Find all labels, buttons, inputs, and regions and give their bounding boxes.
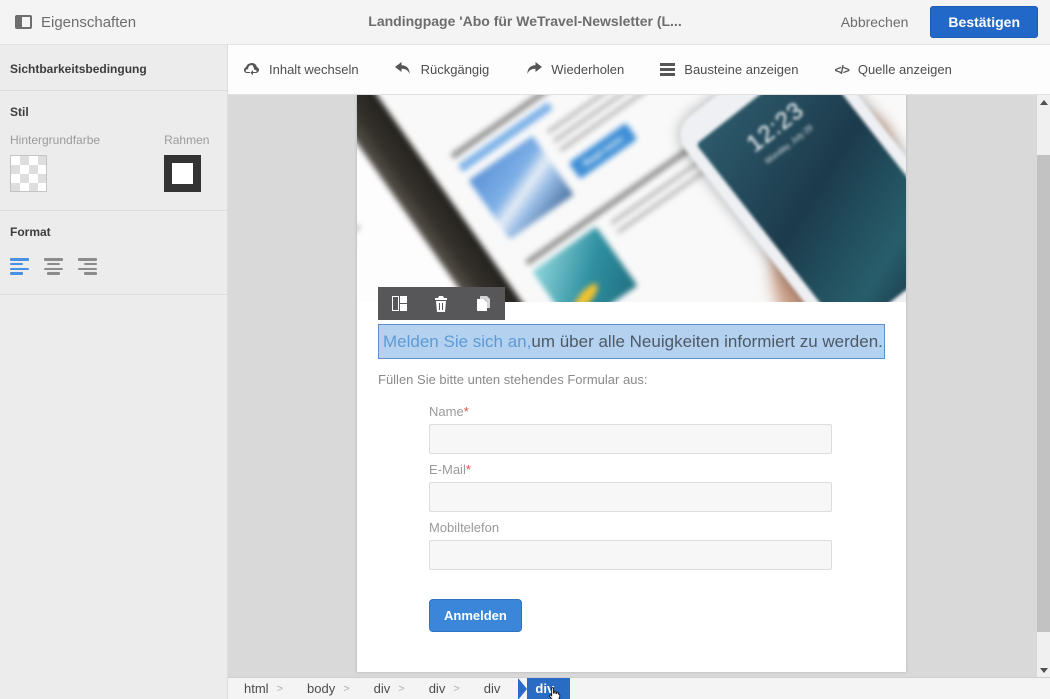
border-swatch[interactable] [164,155,202,192]
format-section: Format [0,211,227,295]
scrollbar-thumb[interactable] [1037,155,1050,632]
breadcrumb-item-html[interactable]: html > [228,678,291,699]
trash-icon[interactable] [433,295,450,312]
breadcrumb-separator: > [276,682,283,695]
redo-label: Wiederholen [551,62,625,77]
background-color-label: Hintergrundfarbe [10,133,101,147]
visibility-condition-section[interactable]: Sichtbarkeitsbedingung [0,45,227,91]
breadcrumb-separator: > [453,682,460,695]
swap-content-icon [244,62,259,75]
show-source-button[interactable]: </> Quelle anzeigen [834,62,951,77]
format-section-title: Format [10,225,51,239]
scroll-up-arrow[interactable] [1037,95,1050,109]
align-left-icon[interactable] [10,257,29,276]
breadcrumb-active-arrow [518,678,528,699]
properties-sidebar: Sichtbarkeitsbedingung Stil Hintergrundf… [0,45,228,699]
redo-button[interactable]: Wiederholen [525,62,624,77]
align-right-icon[interactable] [78,257,97,276]
hero-image[interactable]: Read more 12:23 Monday, July 29 [357,95,906,302]
background-color-swatch[interactable] [10,155,47,192]
undo-icon [394,62,410,74]
submit-button[interactable]: Anmelden [429,599,522,632]
dom-path-breadcrumb: html > body > div > div > div div [228,677,1050,699]
switch-content-button[interactable]: Inhalt wechseln [244,62,359,78]
breadcrumb-item-div-1[interactable]: div > [358,678,413,699]
style-section-title: Stil [10,105,29,119]
style-section: Stil Hintergrundfarbe Rahmen [0,91,227,211]
editor-toolbar: Inhalt wechseln Rückgängig Wiederholen B… [228,45,1050,95]
selected-heading-block[interactable]: Melden Sie sich an, um über alle Neuigke… [378,324,885,359]
signup-form: Name* E-Mail* Mobiltelefon Anmelden [429,404,832,632]
undo-button[interactable]: Rückgängig [394,62,490,77]
switch-content-label: Inhalt wechseln [269,62,359,77]
page-title: Landingpage 'Abo für WeTravel-Newsletter… [368,13,682,29]
name-field-label: Name* [429,404,469,419]
align-center-icon[interactable] [44,257,63,276]
name-field[interactable] [429,424,832,454]
email-field-label: E-Mail* [429,462,471,477]
block-overlay-toolbar [378,287,505,320]
mobile-field[interactable] [429,540,832,570]
show-blocks-button[interactable]: Bausteine anzeigen [660,62,798,77]
editor-canvas: Read more 12:23 Monday, July 29 Melden S… [228,95,1050,677]
source-code-icon: </> [834,62,849,77]
copy-icon[interactable] [475,295,492,312]
required-asterisk: * [465,462,471,477]
hero-read-more-button: Read more [567,122,637,180]
show-source-label: Quelle anzeigen [857,62,952,77]
breadcrumb-item-div-2[interactable]: div > [413,678,468,699]
heading-link-text: Melden Sie sich an, [383,331,532,351]
top-bar: Eigenschaften Landingpage 'Abo für WeTra… [0,0,1050,45]
breadcrumb-separator: > [343,682,350,695]
breadcrumb-item-body[interactable]: body > [291,678,358,699]
email-field[interactable] [429,482,832,512]
layout-icon[interactable] [391,295,408,312]
properties-panel-label: Eigenschaften [41,13,137,31]
confirm-button[interactable]: Bestätigen [930,6,1038,38]
hand-cursor-icon [547,686,562,699]
form-intro-text[interactable]: Füllen Sie bitte unten stehendes Formula… [378,372,885,387]
cancel-button[interactable]: Abbrechen [841,14,909,30]
scroll-down-arrow[interactable] [1037,663,1050,677]
required-asterisk: * [463,404,469,419]
breadcrumb-item-div-4-active[interactable]: div [527,678,571,699]
redo-icon [527,62,543,74]
properties-panel-icon [15,15,32,29]
heading-rest-text: um über alle Neuigkeiten informiert zu w… [531,331,883,351]
page-document[interactable]: Read more 12:23 Monday, July 29 Melden S… [357,95,906,672]
vertical-scrollbar[interactable] [1037,95,1050,677]
show-blocks-label: Bausteine anzeigen [684,62,799,77]
breadcrumb-separator: > [398,682,405,695]
breadcrumb-item-div-3[interactable]: div [468,678,509,699]
mobile-field-label: Mobiltelefon [429,520,500,535]
properties-panel-toggle[interactable]: Eigenschaften [0,14,136,31]
undo-label: Rückgängig [420,62,490,77]
blocks-icon [660,63,676,76]
border-label: Rahmen [164,133,210,147]
